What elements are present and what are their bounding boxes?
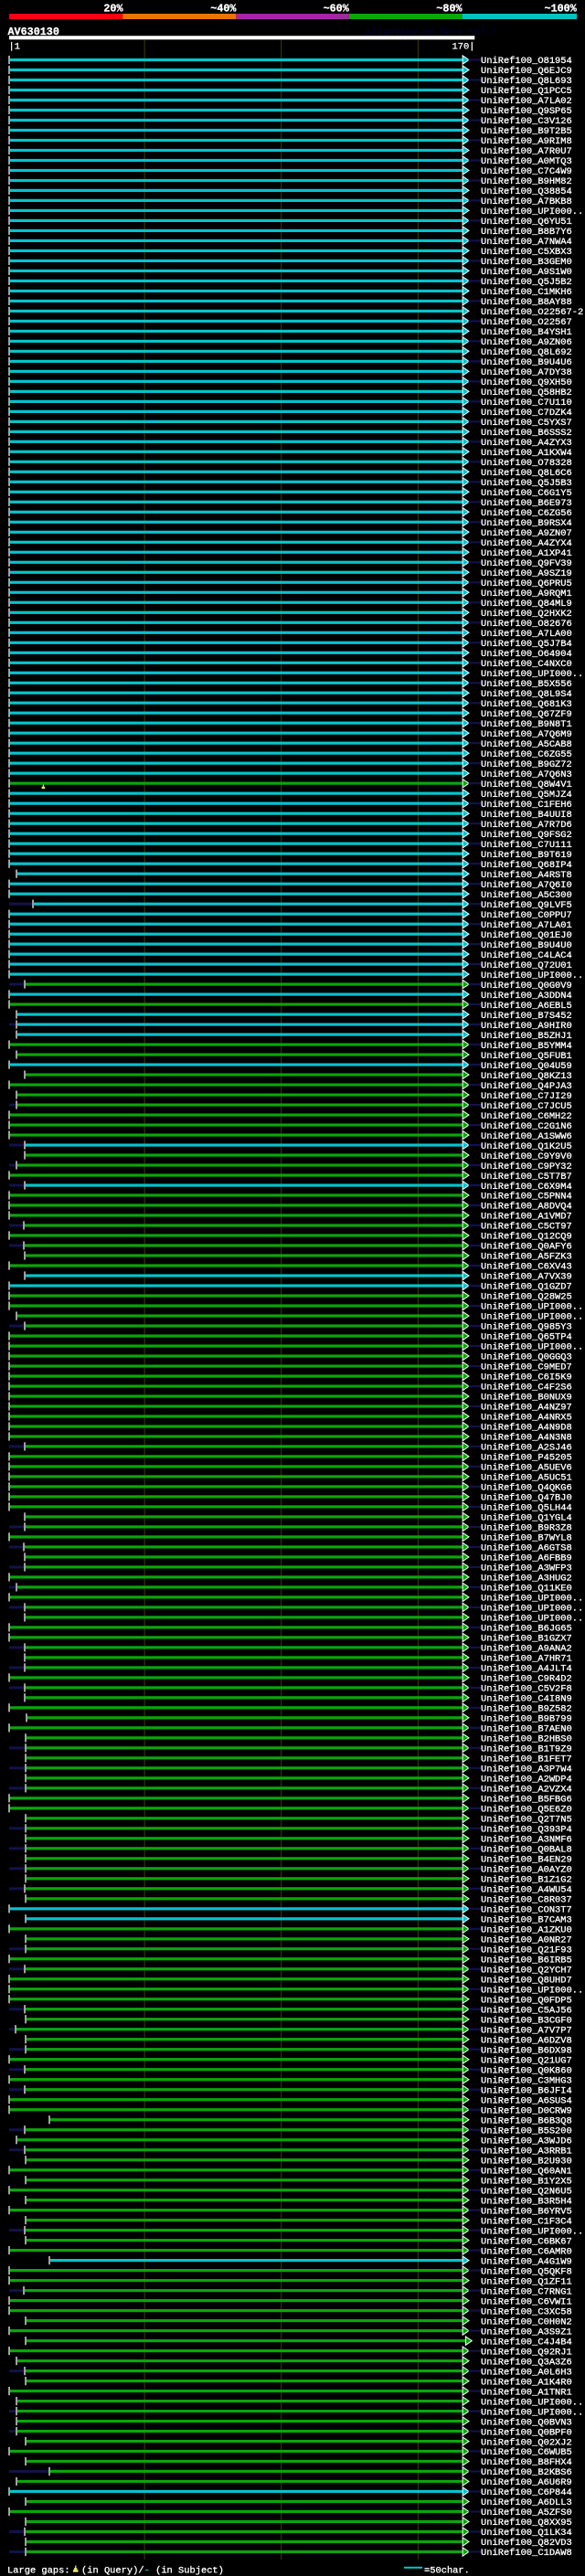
- svg-text:~60%: ~60%: [324, 2, 350, 15]
- svg-text:Large gaps:: Large gaps:: [7, 2565, 70, 2576]
- svg-text:=50char.: =50char.: [424, 2565, 470, 2576]
- svg-text:~40%: ~40%: [210, 2, 237, 15]
- svg-text:~100%: ~100%: [545, 2, 578, 15]
- svg-text:(in Query)/- (in Subject): (in Query)/- (in Subject): [81, 2565, 224, 2576]
- svg-text:170|: 170|: [452, 41, 475, 52]
- svg-text:~80%: ~80%: [436, 2, 463, 15]
- svg-text:|1: |1: [9, 41, 20, 52]
- svg-text:UniRef100_C1DAW8: UniRef100_C1DAW8: [481, 2548, 572, 2559]
- svg-text:20%: 20%: [103, 2, 123, 15]
